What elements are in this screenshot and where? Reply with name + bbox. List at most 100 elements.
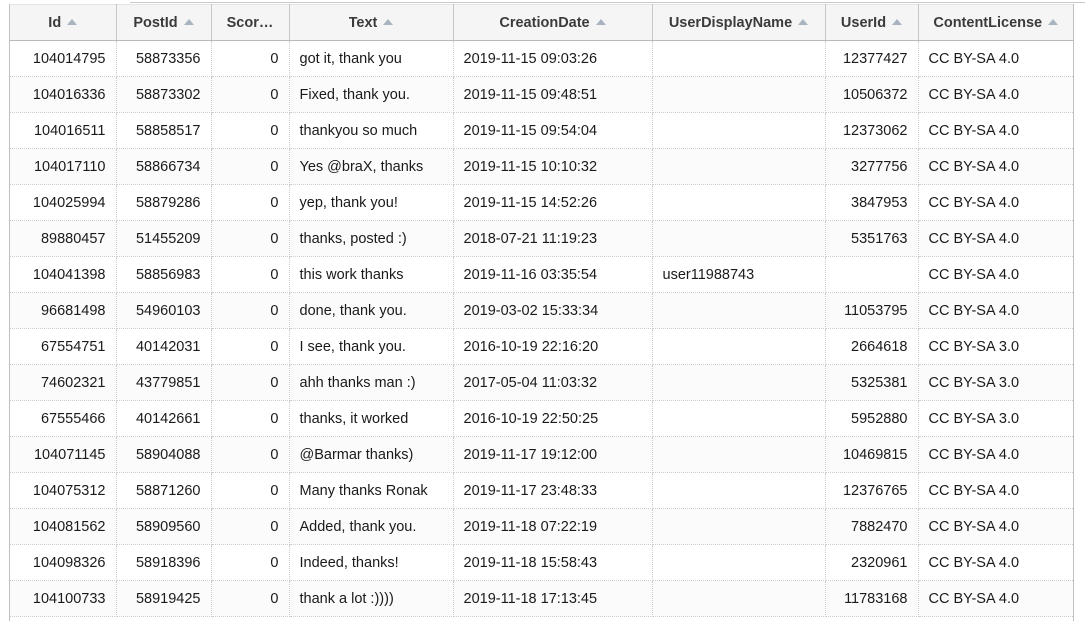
cell-text[interactable]: I see, thank you.: [289, 328, 454, 365]
sort-ascending-icon[interactable]: [892, 18, 903, 25]
cell-id[interactable]: 104071145: [10, 436, 117, 473]
cell-userid[interactable]: 12373062: [825, 112, 919, 149]
cell-userid[interactable]: 10469815: [825, 436, 919, 473]
cell-postid[interactable]: 58871260: [116, 472, 212, 509]
cell-score[interactable]: 0: [211, 508, 290, 545]
table-row[interactable]: 104016511 58858517 0 thankyou so much 2019-1…: [10, 112, 1073, 149]
cell-userdisplayname[interactable]: [652, 220, 826, 257]
cell-userdisplayname[interactable]: [652, 580, 826, 617]
cell-userid[interactable]: 2664618: [825, 328, 919, 365]
cell-creationdate[interactable]: 2019-11-15 14:52:26: [453, 184, 653, 221]
table-row[interactable]: 74602321 43779851 0 ahh thanks man :) 2017-0…: [10, 364, 1073, 401]
cell-postid[interactable]: 51455209: [116, 220, 212, 257]
cell-id[interactable]: 104025994: [10, 184, 117, 221]
cell-text[interactable]: Many thanks Ronak: [289, 472, 454, 509]
cell-creationdate[interactable]: 2019-11-15 09:48:51: [453, 76, 653, 113]
cell-postid[interactable]: 58879286: [116, 184, 212, 221]
data-grid-scroll-container[interactable]: Id PostId Scor… Text CreationDate UserDisplay…: [9, 4, 1074, 621]
cell-userid[interactable]: 11783168: [825, 580, 919, 617]
column-header-userdisplayname[interactable]: UserDisplayName: [652, 4, 826, 41]
cell-text[interactable]: thankyou so much: [289, 112, 454, 149]
cell-text[interactable]: Fixed, thank you.: [289, 76, 454, 113]
table-row[interactable]: 104017110 58866734 0 Yes @braX, thanks 2019-…: [10, 148, 1073, 185]
cell-contentlicense[interactable]: CC BY-SA 4.0: [918, 292, 1073, 329]
cell-id[interactable]: 104016511: [10, 112, 117, 149]
cell-userdisplayname[interactable]: [652, 328, 826, 365]
cell-userid[interactable]: 7882470: [825, 508, 919, 545]
cell-postid[interactable]: 58856983: [116, 256, 212, 293]
cell-userid[interactable]: 11053795: [825, 292, 919, 329]
sort-ascending-icon[interactable]: [67, 18, 78, 25]
sort-ascending-icon[interactable]: [798, 18, 809, 25]
cell-score[interactable]: 0: [211, 544, 290, 581]
sort-ascending-icon[interactable]: [1048, 18, 1059, 25]
cell-score[interactable]: 0: [211, 472, 290, 509]
cell-score[interactable]: 0: [211, 148, 290, 185]
cell-userid[interactable]: 2320961: [825, 544, 919, 581]
cell-text[interactable]: yep, thank you!: [289, 184, 454, 221]
cell-id[interactable]: 104100733: [10, 580, 117, 617]
cell-postid[interactable]: 43779851: [116, 364, 212, 401]
cell-creationdate[interactable]: 2017-05-04 11:03:32: [453, 364, 653, 401]
cell-text[interactable]: Yes @braX, thanks: [289, 148, 454, 185]
sort-ascending-icon[interactable]: [183, 18, 194, 25]
cell-id[interactable]: 67554751: [10, 328, 117, 365]
table-row[interactable]: 104041398 58856983 0 this work thanks 2019-1…: [10, 256, 1073, 293]
cell-text[interactable]: thanks, posted :): [289, 220, 454, 257]
cell-postid[interactable]: 58918396: [116, 544, 212, 581]
cell-userdisplayname[interactable]: [652, 472, 826, 509]
cell-contentlicense[interactable]: CC BY-SA 4.0: [918, 508, 1073, 545]
table-row[interactable]: 104016336 58873302 0 Fixed, thank you. 2019-…: [10, 76, 1073, 113]
cell-postid[interactable]: 58919425: [116, 580, 212, 617]
cell-postid[interactable]: 54960103: [116, 292, 212, 329]
cell-postid[interactable]: 40142661: [116, 400, 212, 437]
cell-contentlicense[interactable]: CC BY-SA 4.0: [918, 472, 1073, 509]
cell-contentlicense[interactable]: CC BY-SA 4.0: [918, 184, 1073, 221]
cell-text[interactable]: done, thank you.: [289, 292, 454, 329]
cell-score[interactable]: 0: [211, 112, 290, 149]
table-row[interactable]: 67554751 40142031 0 I see, thank you. 2016-1…: [10, 328, 1073, 365]
cell-postid[interactable]: 58873302: [116, 76, 212, 113]
cell-id[interactable]: 104041398: [10, 256, 117, 293]
cell-contentlicense[interactable]: CC BY-SA 4.0: [918, 76, 1073, 113]
cell-score[interactable]: 0: [211, 76, 290, 113]
cell-userid[interactable]: 5325381: [825, 364, 919, 401]
cell-userid[interactable]: 3847953: [825, 184, 919, 221]
cell-contentlicense[interactable]: CC BY-SA 4.0: [918, 220, 1073, 257]
cell-creationdate[interactable]: 2019-11-15 09:54:04: [453, 112, 653, 149]
cell-id[interactable]: 96681498: [10, 292, 117, 329]
table-row[interactable]: 104071145 58904088 0 @Barmar thanks) 2019-11…: [10, 436, 1073, 473]
cell-postid[interactable]: 58858517: [116, 112, 212, 149]
cell-text[interactable]: thanks, it worked: [289, 400, 454, 437]
cell-id[interactable]: 67555466: [10, 400, 117, 437]
column-header-score[interactable]: Scor…: [211, 4, 290, 41]
cell-userdisplayname[interactable]: user11988743: [652, 256, 826, 293]
cell-contentlicense[interactable]: CC BY-SA 4.0: [918, 40, 1073, 77]
cell-text[interactable]: got it, thank you: [289, 40, 454, 77]
cell-id[interactable]: 104081562: [10, 508, 117, 545]
cell-postid[interactable]: 58909560: [116, 508, 212, 545]
cell-userdisplayname[interactable]: [652, 40, 826, 77]
cell-contentlicense[interactable]: CC BY-SA 4.0: [918, 112, 1073, 149]
table-row[interactable]: 104075312 58871260 0 Many thanks Ronak 2019-…: [10, 472, 1073, 509]
cell-userdisplayname[interactable]: [652, 544, 826, 581]
cell-text[interactable]: @Barmar thanks): [289, 436, 454, 473]
cell-score[interactable]: 0: [211, 400, 290, 437]
cell-userid[interactable]: 3277756: [825, 148, 919, 185]
cell-text[interactable]: Added, thank you.: [289, 508, 454, 545]
cell-creationdate[interactable]: 2019-11-17 19:12:00: [453, 436, 653, 473]
cell-score[interactable]: 0: [211, 364, 290, 401]
column-header-contentlicense[interactable]: ContentLicense: [918, 4, 1073, 41]
cell-id[interactable]: 74602321: [10, 364, 117, 401]
cell-creationdate[interactable]: 2019-11-18 15:58:43: [453, 544, 653, 581]
cell-creationdate[interactable]: 2019-11-18 07:22:19: [453, 508, 653, 545]
cell-userdisplayname[interactable]: [652, 148, 826, 185]
cell-score[interactable]: 0: [211, 436, 290, 473]
cell-userid[interactable]: 12377427: [825, 40, 919, 77]
cell-text[interactable]: thank a lot :)))): [289, 580, 454, 617]
cell-creationdate[interactable]: 2016-10-19 22:50:25: [453, 400, 653, 437]
cell-userid[interactable]: 5952880: [825, 400, 919, 437]
column-header-id[interactable]: Id: [10, 4, 117, 41]
cell-text[interactable]: Indeed, thanks!: [289, 544, 454, 581]
table-row[interactable]: 104025994 58879286 0 yep, thank you! 2019-11…: [10, 184, 1073, 221]
